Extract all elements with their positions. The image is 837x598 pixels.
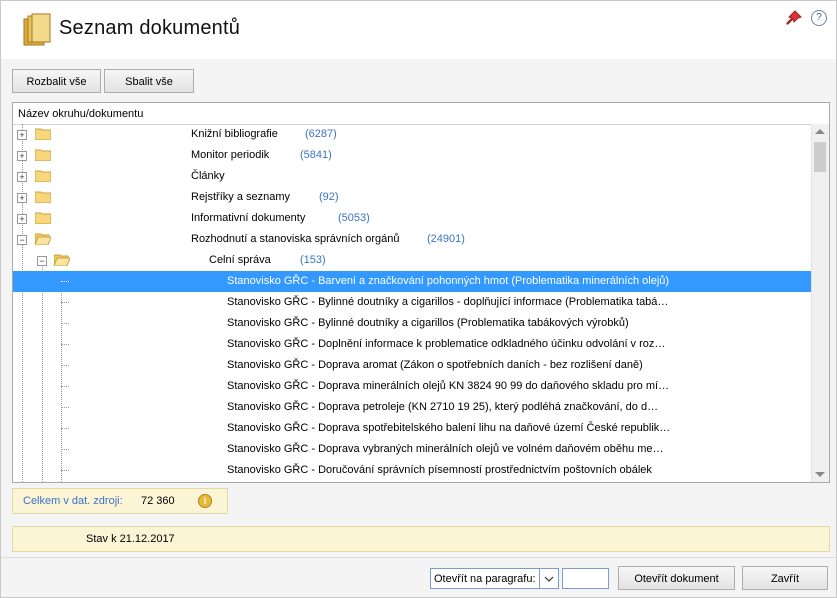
document-row[interactable]: Stanovisko GŘC - Doprava spotřebitelskéh… [13, 418, 811, 439]
status-panel: Stav k 21.12.2017 [12, 526, 830, 552]
expand-icon[interactable]: + [17, 214, 27, 224]
group-label: Články [191, 170, 225, 182]
document-row[interactable]: Stanovisko GŘC - Doprava vybraných miner… [13, 439, 811, 460]
document-row[interactable]: Stanovisko GŘC - Doprava petroleje (KN 2… [13, 397, 811, 418]
open-document-button[interactable]: Otevřít dokument [618, 566, 735, 590]
document-row[interactable]: Stanovisko GŘC - Doplnění informace k pr… [13, 334, 811, 355]
document-label: Stanovisko GŘC - Doplnění informace k pr… [227, 338, 666, 350]
column-header-label: Název okruhu/dokumentu [18, 108, 144, 120]
status-text: Stav k 21.12.2017 [86, 533, 175, 545]
document-label: Stanovisko GŘC - Doprava minerálních ole… [227, 380, 670, 392]
paragraph-select-label: Otevřít na paragrafu: [434, 573, 536, 585]
group-label: Informativní dokumenty [191, 212, 306, 224]
folder-icon [35, 212, 51, 224]
group-count: (5841) [300, 149, 332, 161]
tree-group-row[interactable]: + Informativní dokumenty (5053) [13, 208, 811, 229]
collapse-all-button[interactable]: Sbalit vše [104, 69, 194, 93]
expand-icon[interactable]: + [17, 172, 27, 182]
document-label: Stanovisko GŘC - Doručování správních pí… [227, 464, 652, 476]
document-row[interactable]: Stanovisko GŘC - Doprava aromat (Zákon o… [13, 355, 811, 376]
group-count: (92) [319, 191, 339, 203]
total-value: 72 360 [141, 495, 175, 507]
tree-group-row[interactable]: − Rozhodnutí a stanoviska správních orgá… [13, 229, 811, 250]
group-count: (6287) [305, 128, 337, 140]
subgroup-label: Celní správa [209, 254, 271, 266]
collapse-icon[interactable]: − [37, 256, 47, 266]
document-label: Stanovisko GŘC - Doprava aromat (Zákon o… [227, 359, 643, 371]
open-folder-icon [54, 254, 70, 266]
document-tree: Název okruhu/dokumentu + Knižní bibliogr… [12, 102, 830, 483]
help-icon[interactable]: ? [811, 10, 827, 26]
group-label: Rozhodnutí a stanoviska správních orgánů [191, 233, 400, 245]
expand-icon[interactable]: + [17, 130, 27, 140]
group-label: Monitor periodik [191, 149, 270, 161]
chevron-down-icon[interactable] [539, 569, 558, 588]
group-count: (5053) [338, 212, 370, 224]
subgroup-count: (153) [300, 254, 326, 266]
group-label: Knižní bibliografie [191, 128, 278, 140]
paragraph-select[interactable]: Otevřít na paragrafu: [430, 568, 559, 589]
document-row[interactable]: Stanovisko GŘC - Doručování správních pí… [13, 460, 811, 481]
tree-group-row[interactable]: + Články [13, 166, 811, 187]
folder-stack-icon [23, 13, 51, 46]
document-label: Stanovisko GŘC - Doprava vybraných miner… [227, 443, 664, 455]
group-label: Rejstříky a seznamy [191, 191, 291, 203]
scroll-up-icon[interactable] [815, 129, 825, 134]
total-panel: Celkem v dat. zdroji: 72 360 i [12, 488, 228, 514]
document-row-selected[interactable]: Stanovisko GŘC - Barvení a značkování po… [13, 271, 811, 292]
tree-subgroup-row[interactable]: − Celní správa (153) [13, 250, 811, 271]
close-button[interactable]: Zavřít [742, 566, 828, 590]
folder-icon [35, 170, 51, 182]
folder-icon [35, 128, 51, 140]
expand-all-button[interactable]: Rozbalit vše [12, 69, 101, 93]
group-count: (24901) [427, 233, 465, 245]
collapse-icon[interactable]: − [17, 235, 27, 245]
window-title: Seznam dokumentů [59, 17, 241, 39]
tree-group-row[interactable]: + Rejstříky a seznamy (92) [13, 187, 811, 208]
folder-icon [35, 149, 51, 161]
folder-icon [35, 191, 51, 203]
tree-group-row[interactable]: + Monitor periodik (5841) [13, 145, 811, 166]
document-row[interactable]: Stanovisko GŘC - Bylinné doutníky a ciga… [13, 313, 811, 334]
tree-rows: + Knižní bibliografie (6287) + Monitor p… [13, 124, 811, 482]
tree-column-header[interactable]: Název okruhu/dokumentu [13, 103, 829, 125]
pin-icon[interactable] [786, 10, 802, 26]
document-list-window: Seznam dokumentů ? Rozbalit vše Sbalit v… [0, 0, 837, 598]
scroll-thumb[interactable] [814, 142, 826, 172]
tree-group-row[interactable]: + Knižní bibliografie (6287) [13, 124, 811, 145]
total-label: Celkem v dat. zdroji: [23, 495, 123, 507]
window-header: Seznam dokumentů ? [1, 1, 836, 59]
open-folder-icon [35, 233, 51, 245]
scroll-down-icon[interactable] [815, 472, 825, 477]
tree-scrollbar[interactable] [811, 124, 829, 482]
expand-icon[interactable]: + [17, 193, 27, 203]
document-row[interactable]: Stanovisko GŘC - Bylinné doutníky a ciga… [13, 292, 811, 313]
document-label: Stanovisko GŘC - Bylinné doutníky a ciga… [227, 296, 669, 308]
info-icon[interactable]: i [198, 494, 212, 508]
document-label: Stanovisko GŘC - Doprava petroleje (KN 2… [227, 401, 659, 413]
paragraph-input[interactable] [562, 568, 609, 589]
footer-divider [1, 557, 836, 558]
document-label: Stanovisko GŘC - Bylinné doutníky a ciga… [227, 317, 629, 329]
document-label: Stanovisko GŘC - Doprava spotřebitelskéh… [227, 422, 671, 434]
document-label: Stanovisko GŘC - Barvení a značkování po… [227, 275, 670, 287]
document-row[interactable]: Stanovisko GŘC - Doprava minerálních ole… [13, 376, 811, 397]
expand-icon[interactable]: + [17, 151, 27, 161]
